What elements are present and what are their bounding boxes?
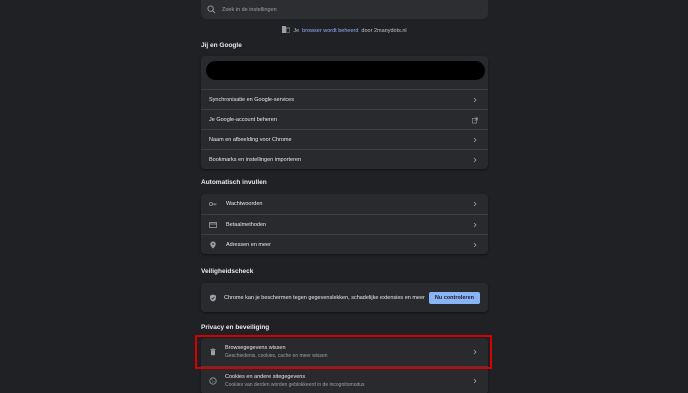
row-addresses-label: Adressen en meer	[226, 241, 271, 248]
row-cookies[interactable]: Cookies en andere sitegegevens Cookies v…	[201, 366, 488, 393]
row-google-account-label: Je Google-account beheren	[209, 116, 277, 123]
row-sync-label: Synchronisatie en Google-services	[209, 96, 294, 103]
row-clear-browsing-data[interactable]: Browsegegevens wissen Geschiedenis, cook…	[201, 338, 488, 366]
section-title-safety-check: Veiligheidscheck	[201, 268, 254, 275]
settings-page: Zoek in de instellingen Je browser wordt…	[0, 0, 688, 393]
shield-check-icon	[209, 294, 217, 302]
section-title-privacy: Privacy en beveiliging	[201, 324, 270, 331]
section-title-autofill: Automatisch invullen	[201, 179, 267, 186]
search-input[interactable]: Zoek in de instellingen	[222, 7, 277, 13]
safety-check-text: Chrome kan je beschermen tegen gegevensl…	[224, 294, 425, 301]
cookie-icon	[209, 376, 217, 385]
chevron-right-icon	[472, 222, 478, 228]
managed-notice: Je browser wordt beheerd door 2manydots.…	[201, 26, 488, 35]
row-addresses[interactable]: Adressen en meer	[201, 234, 488, 254]
chevron-right-icon	[472, 157, 478, 163]
chevron-right-icon	[472, 242, 478, 248]
privacy-card: Browsegegevens wissen Geschiedenis, cook…	[201, 338, 488, 393]
trash-icon	[209, 348, 217, 356]
search-icon	[207, 5, 216, 14]
cookies-title: Cookies en andere sitegegevens	[225, 373, 306, 380]
chevron-right-icon	[472, 97, 478, 103]
autofill-card: Wachtwoorden Betaalmethoden Adressen en …	[201, 194, 488, 254]
external-link-icon	[472, 117, 478, 123]
chevron-right-icon	[472, 349, 478, 355]
row-payment[interactable]: Betaalmethoden	[201, 214, 488, 234]
row-passwords-label: Wachtwoorden	[226, 201, 263, 207]
row-passwords[interactable]: Wachtwoorden	[201, 194, 488, 214]
search-bar[interactable]: Zoek in de instellingen	[201, 0, 488, 19]
building-icon	[282, 26, 291, 35]
credit-card-icon	[209, 221, 217, 229]
cookies-subtitle: Cookies van derden worden geblokkeerd in…	[225, 381, 365, 388]
clear-browsing-data-subtitle: Geschiedenis, cookies, cache en meer wis…	[225, 353, 328, 359]
row-payment-label: Betaalmethoden	[226, 221, 267, 228]
profile-row[interactable]	[201, 61, 488, 89]
chevron-right-icon	[472, 378, 478, 384]
profile-banner[interactable]	[206, 61, 485, 80]
chevron-right-icon	[472, 137, 478, 143]
chevron-right-icon	[472, 201, 478, 207]
clear-browsing-data-title: Browsegegevens wissen	[225, 345, 286, 351]
key-icon	[209, 200, 217, 208]
row-name-picture[interactable]: Naam en afbeelding voor Chrome	[201, 129, 488, 149]
safety-check-card: Chrome kan je beschermen tegen gegevensl…	[201, 283, 488, 312]
row-import[interactable]: Bookmarks en instellingen importeren	[201, 149, 488, 169]
row-import-label: Bookmarks en instellingen importeren	[209, 156, 302, 163]
row-google-account[interactable]: Je Google-account beheren	[201, 109, 488, 129]
you-and-google-card: Synchronisatie en Google-services Je Goo…	[201, 56, 488, 169]
section-title-you-and-google: Jij en Google	[201, 42, 242, 49]
managed-suffix: door 2manydots.nl	[361, 27, 407, 34]
managed-prefix: Je	[293, 27, 300, 34]
location-pin-icon	[209, 241, 217, 249]
row-name-picture-label: Naam en afbeelding voor Chrome	[209, 136, 292, 143]
managed-link[interactable]: browser wordt beheerd	[302, 28, 358, 34]
check-now-button[interactable]: Nu controleren	[428, 291, 480, 304]
row-sync[interactable]: Synchronisatie en Google-services	[201, 89, 488, 109]
